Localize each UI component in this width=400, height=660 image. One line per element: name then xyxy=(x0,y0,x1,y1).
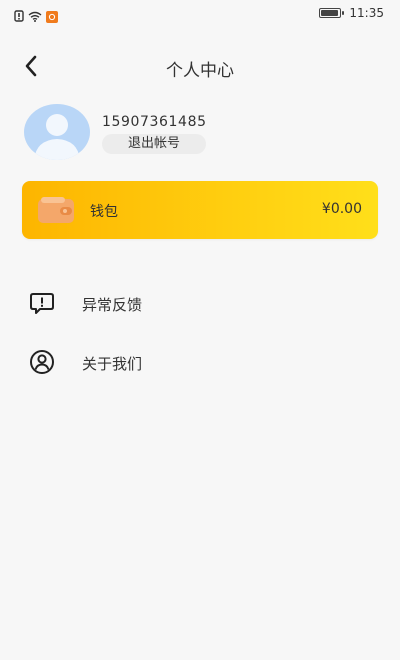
menu-label-about-us: 关于我们 xyxy=(82,355,143,373)
status-icons-right: 11:35 xyxy=(319,6,384,20)
battery-level xyxy=(321,10,338,16)
wallet-icon xyxy=(38,197,76,225)
menu-item-feedback[interactable]: 异常反馈 xyxy=(28,285,372,321)
wifi-icon xyxy=(28,7,42,26)
feedback-icon xyxy=(28,289,56,317)
menu-label-feedback: 异常反馈 xyxy=(82,296,143,314)
wallet-label: 钱包 xyxy=(90,204,118,220)
wallet-balance: ¥0.00 xyxy=(321,201,362,217)
profile-section: 15907361485 退出帐号 xyxy=(24,104,376,164)
clock-time: 11:35 xyxy=(349,6,384,20)
header: 个人中心 xyxy=(0,44,400,88)
user-avatar-icon xyxy=(34,114,80,160)
phone-number: 15907361485 xyxy=(102,114,207,130)
status-bar: 11:35 xyxy=(0,0,400,28)
battery-icon xyxy=(319,8,345,18)
about-us-icon xyxy=(28,348,56,376)
menu-item-about-us[interactable]: 关于我们 xyxy=(28,344,372,380)
wallet-card[interactable]: 钱包 ¥0.00 xyxy=(22,181,378,239)
page-title: 个人中心 xyxy=(166,61,234,81)
sim-icon xyxy=(14,7,24,26)
status-icons-left xyxy=(14,7,58,26)
logout-button[interactable]: 退出帐号 xyxy=(102,134,206,154)
app-notification-icon xyxy=(46,10,58,23)
avatar[interactable] xyxy=(24,104,90,160)
